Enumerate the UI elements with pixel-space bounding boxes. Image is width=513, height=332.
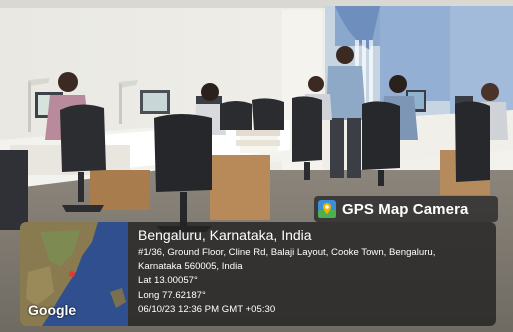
gps-map-camera-icon: [318, 200, 336, 218]
location-text: Bengaluru, Karnataka, India #1/36, Groun…: [138, 224, 490, 317]
datetime: 06/10/23 12:36 PM GMT +05:30: [138, 303, 276, 315]
google-attribution: Google: [28, 302, 77, 318]
badge-label: GPS Map Camera: [342, 200, 469, 218]
map-thumbnail: Google: [20, 222, 128, 326]
city-title: Bengaluru, Karnataka, India: [138, 227, 312, 243]
latitude: Lat 13.00057°: [138, 275, 198, 287]
location-info-panel: Google Bengaluru, Karnataka, India #1/36…: [20, 222, 496, 326]
longitude: Long 77.62187°: [138, 289, 206, 301]
gps-map-camera-badge: GPS Map Camera: [314, 196, 498, 222]
address-line-1: #1/36, Ground Floor, Cline Rd, Balaji La…: [138, 247, 436, 258]
address-line-2: Karnataka 560005, India: [138, 261, 243, 273]
